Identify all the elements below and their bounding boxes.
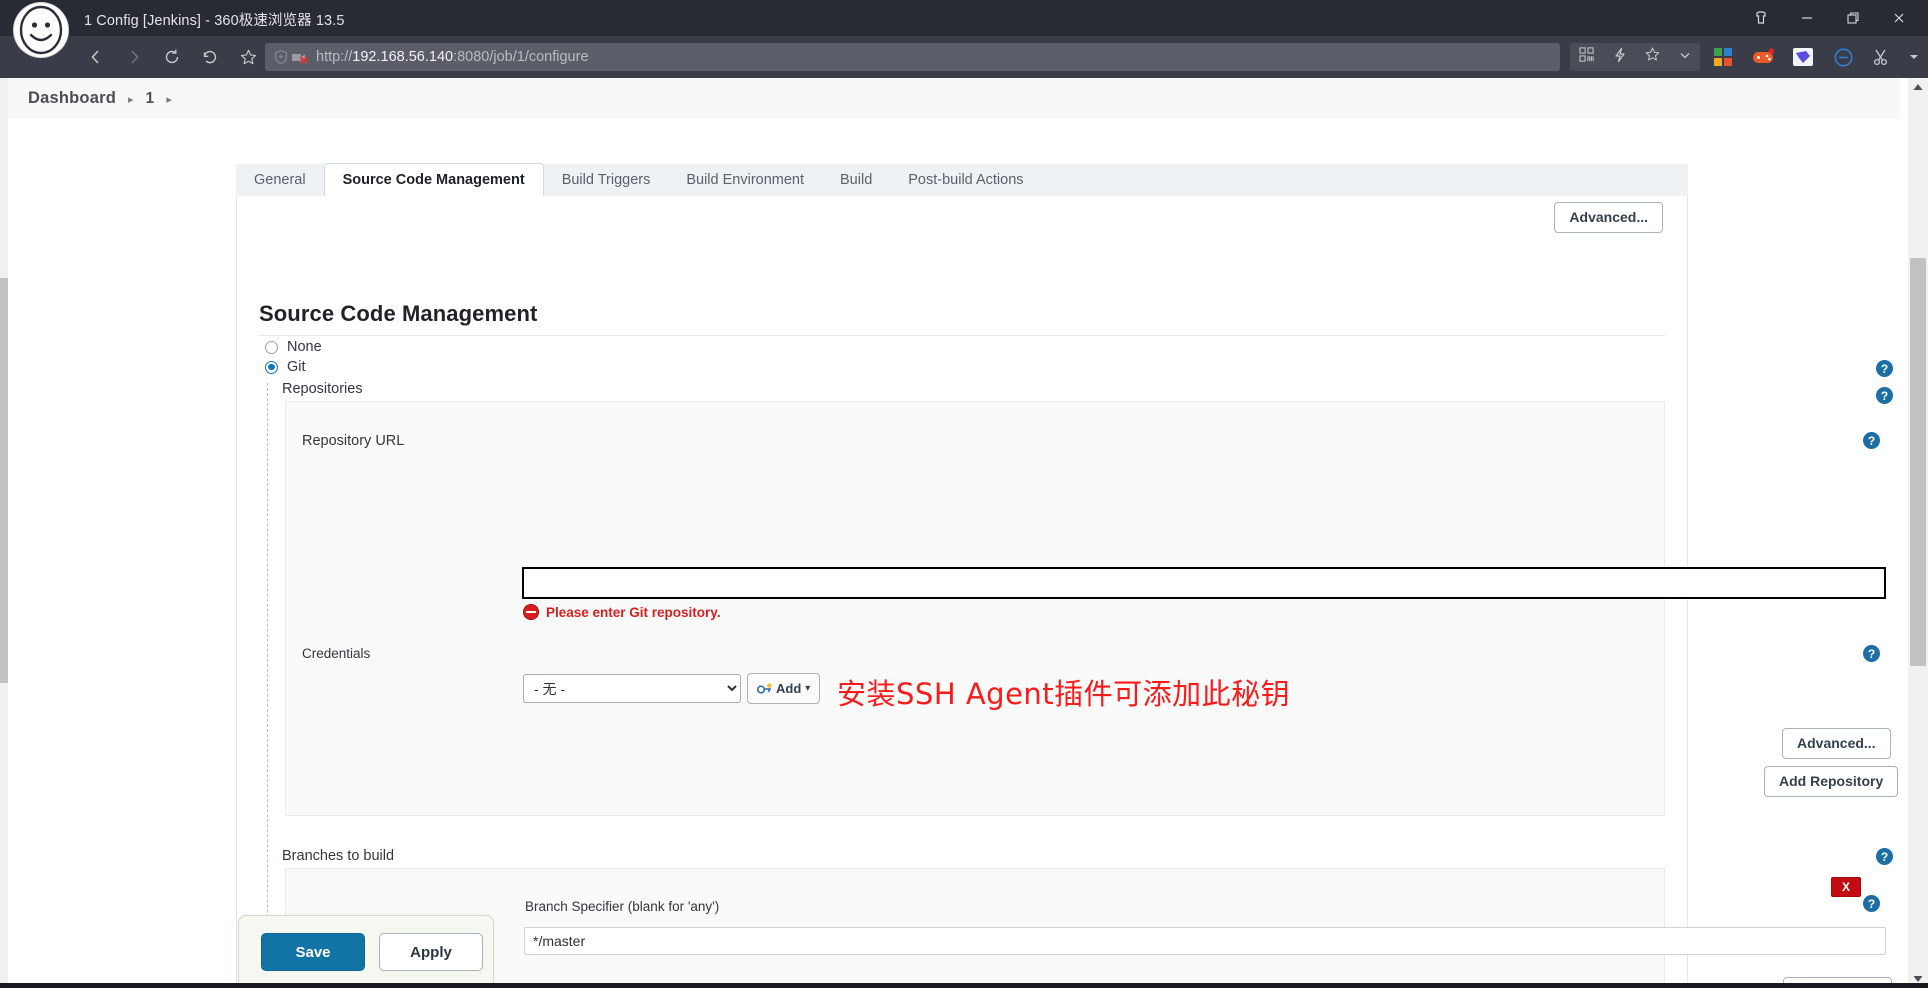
help-icon-branch-specifier[interactable]: ? [1863, 895, 1880, 912]
windows-apps-icon[interactable] [1708, 42, 1738, 72]
annotation-text: 安装SSH Agent插件可添加此秘钥 [837, 677, 1291, 711]
minimize-icon[interactable] [1784, 0, 1830, 36]
page-content: General Source Code Management Build Tri… [8, 119, 1900, 988]
help-icon-repository-url[interactable]: ? [1863, 432, 1880, 449]
branch-specifier-input[interactable] [524, 927, 1886, 955]
gamepad-icon[interactable] [1748, 42, 1778, 72]
credentials-select[interactable]: - 无 - [523, 674, 741, 703]
lightning-icon[interactable] [1612, 47, 1628, 68]
help-icon-repositories[interactable]: ? [1876, 387, 1893, 404]
scm-option-none-label: None [287, 339, 322, 355]
browser-logo-avatar [14, 3, 68, 57]
breadcrumb: Dashboard ▸ 1 ▸ [8, 78, 1900, 119]
scissors-icon[interactable] [1868, 42, 1898, 72]
bookmark-star-icon[interactable] [230, 42, 266, 72]
scm-config-panel: Advanced... Source Code Management None … [236, 196, 1899, 988]
bird-icon[interactable] [1788, 42, 1818, 72]
breadcrumb-item-dashboard[interactable]: Dashboard [28, 89, 116, 108]
address-bar[interactable]: http://192.168.56.140:8080/job/1/configu… [265, 43, 1560, 71]
tab-general[interactable]: General [236, 163, 324, 196]
toolbar-extensions [1708, 38, 1928, 76]
camera-blocked-icon[interactable] [291, 49, 309, 65]
scroll-up-arrow-icon[interactable] [1908, 78, 1928, 96]
help-icon-branches[interactable]: ? [1876, 848, 1893, 865]
repository-url-input[interactable] [522, 567, 1886, 599]
branch-specifier-label: Branch Specifier (blank for 'any') [525, 899, 720, 914]
delete-branch-button[interactable]: X [1831, 877, 1861, 897]
tab-build-triggers[interactable]: Build Triggers [544, 163, 669, 196]
advanced-top-button-wrap: Advanced... [1554, 202, 1663, 234]
browser-chrome: 1 Config [Jenkins] - 360极速浏览器 13.5 http:… [0, 0, 1928, 78]
skin-icon[interactable] [1738, 0, 1784, 36]
shield-icon [273, 49, 289, 65]
breadcrumb-item-job[interactable]: 1 [146, 90, 155, 108]
breadcrumb-separator-icon-2[interactable]: ▸ [154, 93, 184, 106]
left-scroll-rail[interactable] [0, 78, 8, 988]
repository-url-error-text: Please enter Git repository. [546, 604, 721, 620]
save-button[interactable]: Save [261, 933, 365, 971]
add-credentials-button[interactable]: Add ▾ [747, 673, 821, 704]
title-divider [259, 335, 1665, 336]
reload-icon[interactable] [154, 42, 190, 72]
save-apply-bar: a Save Apply [238, 915, 494, 988]
credentials-label: Credentials [302, 646, 371, 661]
apply-button[interactable]: Apply [379, 933, 483, 971]
scm-option-git-label: Git [287, 359, 306, 375]
tab-build-environment[interactable]: Build Environment [668, 163, 822, 196]
radio-none-icon[interactable] [265, 340, 278, 354]
add-repository-button[interactable]: Add Repository [1764, 766, 1899, 798]
tab-source-code-management[interactable]: Source Code Management [323, 163, 544, 197]
page-title: Source Code Management [259, 301, 538, 326]
block-ads-icon[interactable] [1828, 42, 1858, 72]
advanced-top-button[interactable]: Advanced... [1554, 202, 1663, 234]
scm-option-git[interactable]: Git [265, 359, 306, 375]
help-icon-git[interactable]: ? [1876, 360, 1893, 377]
close-icon[interactable] [1876, 0, 1922, 36]
advanced-repository-button[interactable]: Advanced... [1782, 728, 1891, 760]
toolbar-utility-group [1570, 43, 1700, 71]
chevron-down-icon[interactable] [1678, 48, 1692, 67]
repository-group-box [285, 401, 1665, 816]
error-icon [523, 604, 539, 620]
url-text: http://192.168.56.140:8080/job/1/configu… [316, 49, 589, 65]
tab-build[interactable]: Build [822, 163, 890, 196]
repository-url-label: Repository URL [302, 433, 405, 449]
scm-option-none[interactable]: None [265, 339, 322, 355]
page-scrollbar[interactable] [1908, 78, 1928, 988]
page-scroll-thumb[interactable] [1910, 258, 1926, 666]
add-credentials-caret-icon: ▾ [805, 683, 811, 694]
help-icon-credentials[interactable]: ? [1863, 645, 1880, 662]
key-icon [756, 682, 772, 695]
window-title: 1 Config [Jenkins] - 360极速浏览器 13.5 [84, 13, 345, 29]
repositories-label: Repositories [282, 381, 363, 397]
breadcrumb-separator-icon[interactable]: ▸ [116, 93, 146, 106]
add-credentials-label: Add [776, 681, 802, 696]
git-group-guide [267, 383, 268, 988]
repository-url-error: Please enter Git repository. [523, 604, 721, 620]
bottom-edge-strip [0, 983, 1928, 988]
tab-post-build-actions[interactable]: Post-build Actions [890, 163, 1041, 196]
qr-code-icon[interactable] [1578, 46, 1595, 68]
window-controls [1738, 0, 1922, 36]
page-viewport: Dashboard ▸ 1 ▸ General Source Code Mana… [0, 78, 1928, 988]
branches-to-build-label: Branches to build [282, 848, 395, 864]
scissors-caret-icon[interactable] [1908, 42, 1920, 72]
left-scroll-thumb[interactable] [0, 278, 8, 683]
forward-icon[interactable] [116, 42, 152, 72]
star-icon[interactable] [1644, 46, 1661, 68]
config-tabbar: General Source Code Management Build Tri… [236, 163, 1688, 197]
back-icon[interactable] [78, 42, 114, 72]
radio-git-icon[interactable] [265, 360, 278, 374]
maximize-icon[interactable] [1830, 0, 1876, 36]
history-back-icon[interactable] [192, 42, 228, 72]
browser-titlebar: 1 Config [Jenkins] - 360极速浏览器 13.5 [0, 0, 1928, 36]
